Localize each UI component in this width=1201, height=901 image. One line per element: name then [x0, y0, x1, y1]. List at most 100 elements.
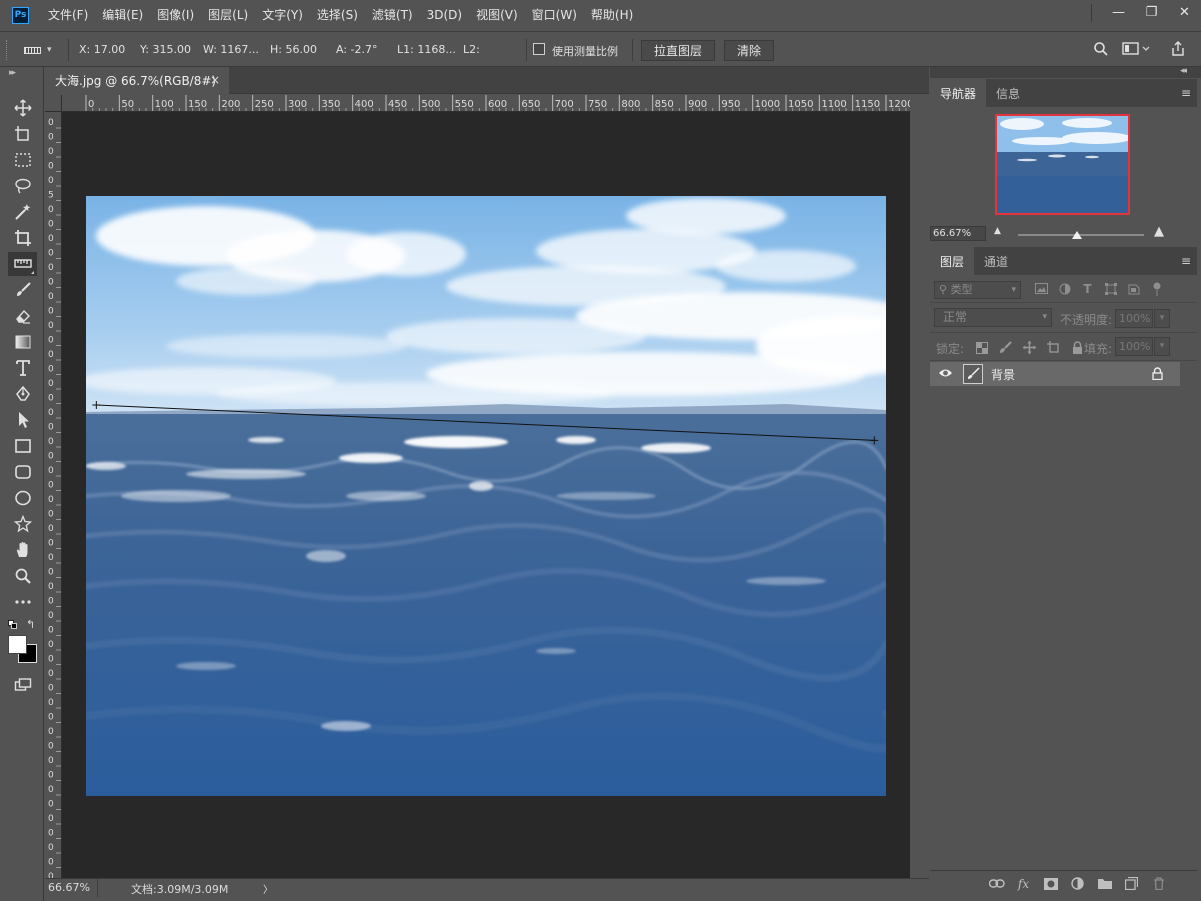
menu-item-9[interactable]: 窗口(W) — [525, 0, 584, 30]
new-adjustment-layer-icon[interactable] — [1069, 876, 1086, 891]
swap-colors-icon[interactable]: ↰ — [26, 618, 35, 631]
smart-object-filter-icon[interactable] — [1126, 281, 1141, 296]
layer-style-fx-icon[interactable]: fx — [1015, 876, 1032, 891]
menu-item-6[interactable]: 滤镜(T) — [365, 0, 420, 30]
ruler-v-label: 0 — [48, 307, 54, 317]
vertical-ruler[interactable]: 0 0 0 0 0 5 0 0 0 0 0 0 0 0 0 0 0 0 0 0 0 0 0 0 0 0 0 0 0 0 0 0 0 0 0 0 0 0 0 0… — [45, 112, 62, 878]
vertical-scrollbar[interactable] — [910, 95, 929, 878]
delete-layer-trash-icon[interactable] — [1150, 876, 1167, 891]
lock-all-icon[interactable] — [1070, 340, 1085, 355]
ruler-v-label: 0 — [48, 495, 54, 505]
status-menu-arrow[interactable]: 〉 — [263, 881, 273, 896]
share-icon[interactable] — [1170, 41, 1186, 61]
lock-artboard-icon[interactable] — [1046, 340, 1061, 355]
close-document-icon[interactable]: × — [210, 73, 220, 87]
document-tab[interactable]: 大海.jpg @ 66.7%(RGB/8#) × — [45, 67, 229, 94]
ellipse-tool[interactable] — [8, 486, 37, 510]
layer-lock-icon — [1152, 367, 1163, 383]
artboard-tool[interactable] — [8, 122, 37, 146]
zoom-out-icon[interactable]: ▲ — [994, 226, 1001, 236]
use-measurement-scale-checkbox[interactable] — [533, 43, 545, 55]
menu-item-2[interactable]: 图像(I) — [150, 0, 201, 30]
canvas-area[interactable] — [62, 112, 910, 878]
close-window-button[interactable]: ✕ — [1168, 0, 1201, 24]
menu-item-4[interactable]: 文字(Y) — [255, 0, 310, 30]
navigator-thumbnail[interactable] — [995, 114, 1130, 215]
rounded-rectangle-tool[interactable] — [8, 460, 37, 484]
new-group-folder-icon[interactable] — [1096, 876, 1113, 891]
zoom-in-icon[interactable]: ▲ — [1154, 224, 1164, 239]
workspace-icon[interactable] — [1122, 41, 1150, 61]
filter-toggle-icon[interactable] — [1149, 281, 1164, 296]
custom-shape-tool[interactable] — [8, 512, 37, 536]
tab-layers[interactable]: 图层 — [930, 247, 975, 275]
tab-navigator[interactable]: 导航器 — [930, 79, 987, 107]
straighten-layer-button[interactable]: 拉直图层 — [641, 40, 715, 61]
fill-field[interactable]: 100% — [1115, 337, 1153, 356]
navigator-zoom-field[interactable]: 66.67% — [930, 226, 986, 241]
type-layer-filter-icon[interactable]: T — [1080, 281, 1095, 296]
foreground-color-swatch[interactable] — [8, 635, 27, 654]
ruler-tool-active[interactable] — [8, 252, 37, 276]
type-tool[interactable] — [8, 356, 37, 380]
menu-item-3[interactable]: 图层(L) — [201, 0, 255, 30]
status-zoom[interactable]: 66.67% — [48, 881, 90, 894]
panel-menu-icon[interactable]: ≡ — [1181, 86, 1191, 100]
ruler-v-label: 0 — [48, 524, 54, 534]
quick-mask-tool[interactable] — [8, 673, 37, 697]
opacity-field[interactable]: 100% — [1115, 309, 1153, 328]
tool-preset-picker[interactable]: ▾ — [24, 43, 64, 57]
tab-info[interactable]: 信息 — [986, 79, 1030, 107]
rectangle-tool[interactable] — [8, 434, 37, 458]
opacity-dropdown[interactable]: ▾ — [1154, 309, 1170, 328]
gradient-tool[interactable] — [8, 330, 37, 354]
new-layer-icon[interactable] — [1123, 876, 1140, 891]
marquee-tool[interactable] — [8, 148, 37, 172]
horizontal-ruler[interactable]: 0 50 100 150 200 250 300 350 400 450 500 550 600 650 7… — [62, 95, 910, 112]
move-tool[interactable] — [8, 96, 37, 120]
path-selection-tool[interactable] — [8, 408, 37, 432]
lock-image-pixels-icon[interactable] — [998, 340, 1013, 355]
crop-tool[interactable] — [8, 226, 37, 250]
lock-position-icon[interactable] — [1022, 340, 1037, 355]
edit-toolbar-button[interactable] — [8, 590, 37, 614]
menu-item-5[interactable]: 选择(S) — [310, 0, 365, 30]
menu-item-10[interactable]: 帮助(H) — [584, 0, 640, 30]
ocean-photo[interactable] — [86, 196, 886, 796]
lasso-tool[interactable] — [8, 174, 37, 198]
blend-mode-select[interactable]: 正常 ▾ — [934, 308, 1052, 327]
menu-item-7[interactable]: 3D(D) — [420, 0, 469, 30]
ruler-v-label: 0 — [48, 452, 54, 462]
link-layers-icon[interactable] — [988, 876, 1005, 891]
rounded-rectangle-icon — [14, 465, 31, 479]
add-mask-icon[interactable] — [1042, 876, 1059, 891]
tab-channels[interactable]: 通道 — [974, 247, 1018, 275]
lock-transparent-pixels-icon[interactable] — [974, 340, 989, 355]
ruler-origin[interactable] — [45, 95, 62, 112]
shape-layer-filter-icon[interactable] — [1103, 281, 1118, 296]
adjustment-layer-filter-icon[interactable] — [1057, 281, 1072, 296]
eye-icon[interactable] — [938, 366, 953, 383]
zoom-tool[interactable] — [8, 564, 37, 588]
layer-row-background[interactable]: 背景 — [930, 362, 1180, 386]
clear-button[interactable]: 清除 — [724, 40, 774, 61]
default-colors-icon[interactable] — [8, 620, 17, 629]
pixel-layer-filter-icon[interactable] — [1034, 281, 1049, 296]
minimize-button[interactable]: — — [1102, 0, 1135, 24]
menu-item-1[interactable]: 编辑(E) — [95, 0, 150, 30]
magic-wand-tool[interactable] — [8, 200, 37, 224]
layer-filter-select[interactable]: ⚲ 类型 ▾ — [934, 281, 1021, 299]
brush-tool[interactable] — [8, 278, 37, 302]
restore-button[interactable]: ❐ — [1135, 0, 1168, 24]
menu-item-8[interactable]: 视图(V) — [469, 0, 525, 30]
pen-tool[interactable] — [8, 382, 37, 406]
menu-item-0[interactable]: 文件(F) — [41, 0, 95, 30]
hand-tool[interactable] — [8, 538, 37, 562]
eraser-tool[interactable] — [8, 304, 37, 328]
search-icon[interactable] — [1093, 41, 1109, 61]
navigator-zoom-knob[interactable] — [1072, 231, 1083, 239]
collapse-panels-icon[interactable]: ◂◂ — [1180, 66, 1187, 76]
collapse-toolbar-icon[interactable]: ▸▸ — [9, 68, 16, 78]
panel-menu-icon[interactable]: ≡ — [1181, 254, 1191, 268]
fill-dropdown[interactable]: ▾ — [1154, 337, 1170, 356]
